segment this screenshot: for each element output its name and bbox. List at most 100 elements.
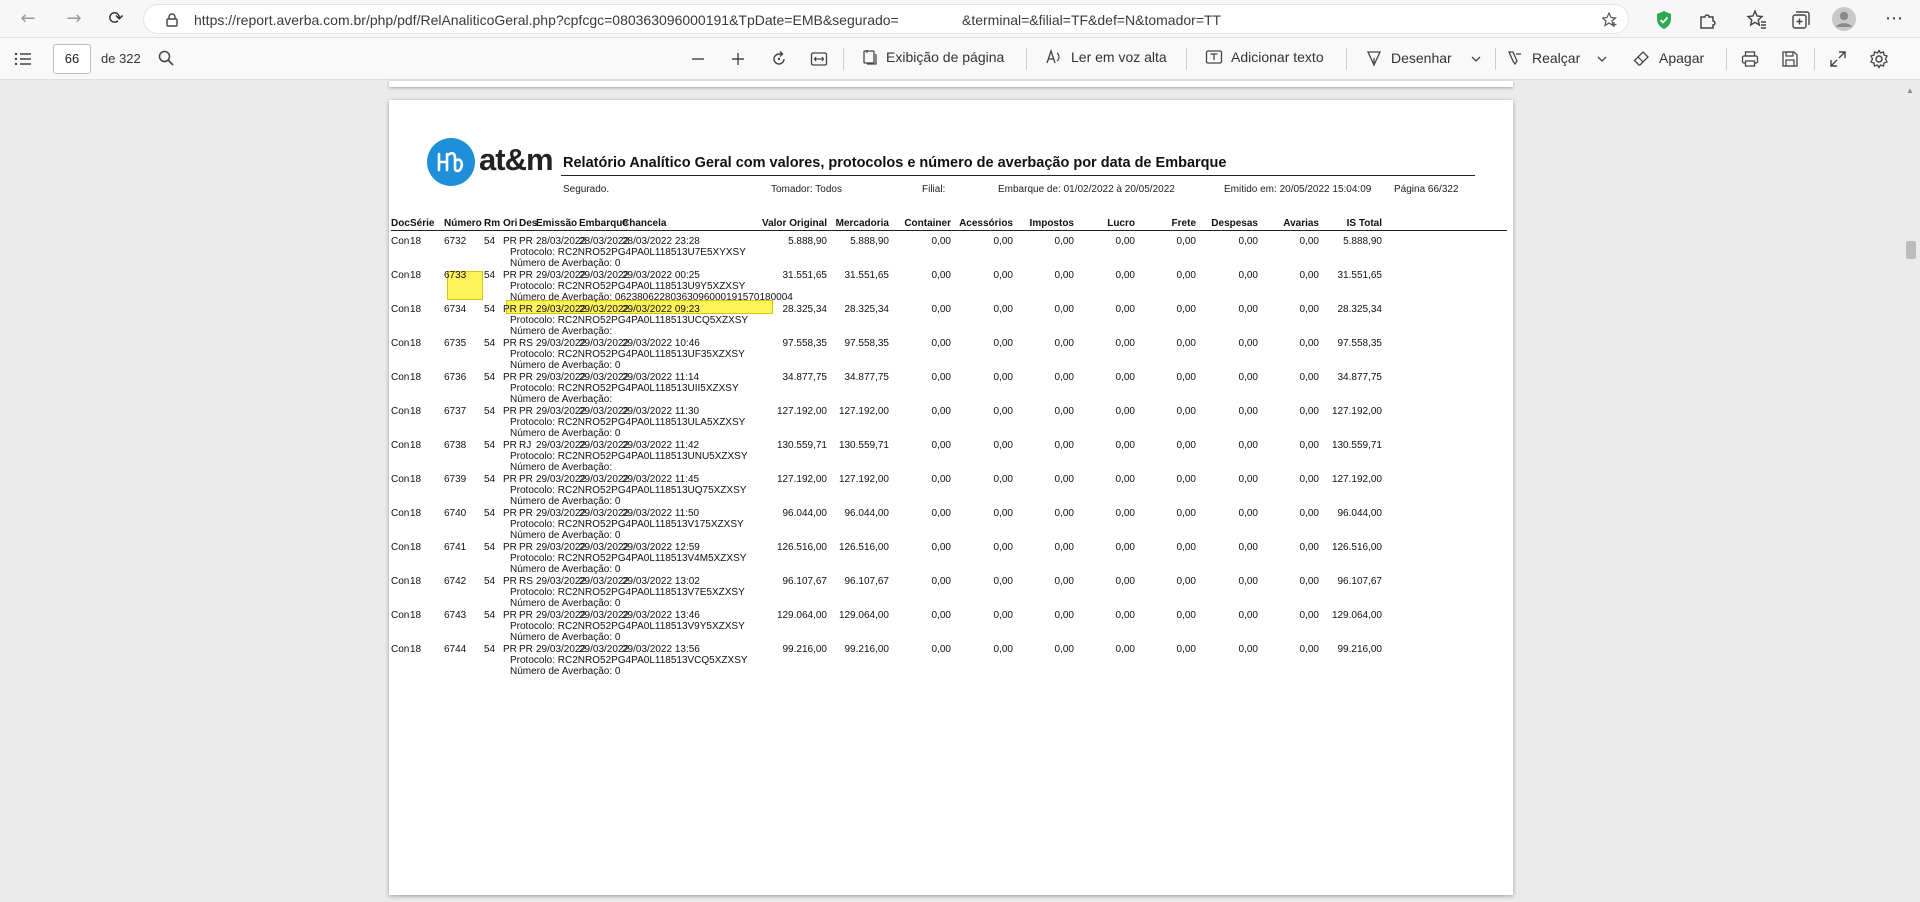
fullscreen-icon[interactable]: [1829, 50, 1847, 68]
page-view-label: Exibição de página: [886, 49, 1005, 65]
collections-icon[interactable]: [1790, 9, 1812, 31]
browser-toolbar: ← → ⟳ https://report.averba.com.br/php/p…: [0, 0, 1920, 38]
page-total-label: de 322: [101, 51, 141, 66]
profile-avatar-icon[interactable]: [1832, 7, 1856, 31]
cell-des: PR: [519, 474, 533, 485]
page-view-button[interactable]: Exibição de página: [862, 49, 1004, 65]
search-icon[interactable]: [158, 50, 174, 66]
cell-ori: PR: [503, 338, 517, 349]
lock-icon: [166, 13, 178, 27]
zoom-out-icon[interactable]: [690, 51, 706, 67]
cell-serie: 18: [410, 338, 422, 349]
cell-rm: 54: [484, 644, 496, 655]
segurado-label: Segurado.: [563, 184, 610, 195]
atm-logo-icon: [427, 138, 475, 186]
favorites-star-icon[interactable]: [1746, 9, 1768, 31]
cell-ori: PR: [503, 474, 517, 485]
averbacao-line: Número de Averbação:: [510, 462, 613, 473]
cell-chancela: 29/03/2022 11:14: [622, 372, 700, 383]
cell-ori: PR: [503, 610, 517, 621]
cell-doc: Con: [391, 372, 410, 383]
cell-rm: 54: [484, 372, 496, 383]
back-arrow-icon[interactable]: ←: [16, 7, 40, 31]
page-view-icon: [863, 50, 877, 65]
cell-serie: 18: [410, 236, 422, 247]
cell-chancela: 29/03/2022 13:02: [622, 576, 700, 587]
more-menu-icon[interactable]: ⋯: [1882, 7, 1906, 31]
table-of-contents-icon[interactable]: [14, 51, 32, 67]
fit-to-page-icon[interactable]: [810, 50, 828, 68]
column-header: Ori: [503, 218, 518, 229]
cell-des: PR: [519, 270, 533, 281]
chevron-down-icon[interactable]: [1471, 55, 1481, 63]
page-number-input[interactable]: 66: [53, 44, 91, 74]
pdf-page: at&m Relatório Analítico Geral com valor…: [389, 100, 1513, 895]
cell-rm: 54: [484, 508, 496, 519]
cell-is_total: 130.559,71: [1331, 440, 1382, 451]
erase-label: Apagar: [1659, 50, 1705, 66]
averbacao-line: Número de Averbação: 0: [510, 564, 621, 575]
cell-is_total: 129.064,00: [1331, 610, 1382, 621]
page-indicator-label: Página 66/322: [1394, 184, 1459, 195]
print-icon[interactable]: [1741, 50, 1759, 68]
cell-doc: Con: [391, 304, 410, 315]
cell-serie: 18: [410, 304, 422, 315]
protocol-line: Protocolo: RC2NRO52PG4PA0L118513V4M5XZXS…: [510, 553, 747, 564]
protocol-line: Protocolo: RC2NRO52PG4PA0L118513V9Y5XZXS…: [510, 621, 745, 632]
erase-button[interactable]: Apagar: [1633, 49, 1704, 67]
cell-serie: 18: [410, 644, 422, 655]
logo-text: at&m: [479, 142, 554, 177]
toolbar-divider: [1814, 48, 1815, 70]
add-text-button[interactable]: Adicionar texto: [1205, 49, 1324, 65]
tomador-label: Tomador: Todos: [771, 184, 842, 195]
draw-label: Desenhar: [1391, 50, 1452, 66]
shield-extension-icon[interactable]: [1653, 9, 1675, 31]
read-aloud-label: Ler em voz alta: [1071, 49, 1167, 65]
draw-button[interactable]: Desenhar: [1365, 49, 1452, 67]
highlight-button[interactable]: Realçar: [1506, 49, 1580, 67]
scroll-up-arrow-icon[interactable]: ▲: [1906, 86, 1916, 95]
protocol-line: Protocolo: RC2NRO52PG4PA0L118513V7E5XZXS…: [510, 587, 745, 598]
cell-doc: Con: [391, 508, 410, 519]
toolbar-divider: [1346, 48, 1347, 70]
column-header: Rm: [484, 218, 501, 229]
averbacao-line: Número de Averbação:: [510, 326, 613, 337]
averbacao-line: Número de Averbação: 0: [510, 496, 621, 507]
cell-is_total: 28.325,34: [1337, 304, 1383, 315]
chevron-down-icon[interactable]: [1597, 55, 1607, 63]
cell-doc: Con: [391, 474, 410, 485]
cell-chancela: 29/03/2022 11:45: [622, 474, 700, 485]
settings-gear-icon[interactable]: [1869, 49, 1889, 69]
vertical-scrollbar-thumb[interactable]: [1906, 241, 1916, 259]
cell-rm: 54: [484, 576, 496, 587]
protocol-line: Protocolo: RC2NRO52PG4PA0L118513ULA5XZXS…: [510, 417, 746, 428]
address-bar[interactable]: https://report.averba.com.br/php/pdf/Rel…: [143, 4, 1629, 34]
cell-numero: 6738: [444, 440, 467, 451]
favorite-add-icon[interactable]: [1602, 12, 1618, 28]
toolbar-divider: [1026, 48, 1027, 70]
averbacao-line: Número de Averbação: 0: [510, 598, 621, 609]
cell-serie: 18: [410, 610, 422, 621]
forward-arrow-icon[interactable]: →: [62, 7, 86, 31]
emitido-label: Emitido em: 20/05/2022 15:04:09: [1224, 184, 1372, 195]
read-aloud-button[interactable]: Ler em voz alta: [1045, 49, 1167, 65]
rotate-icon[interactable]: [770, 50, 788, 68]
cell-doc: Con: [391, 338, 410, 349]
cell-numero: 6734: [444, 304, 467, 315]
protocol-line: Protocolo: RC2NRO52PG4PA0L118513UQ75XZXS…: [510, 485, 747, 496]
averbacao-line: Número de Averbação: 0: [510, 666, 621, 677]
refresh-icon[interactable]: ⟳: [104, 7, 128, 31]
cell-ori: PR: [503, 406, 517, 417]
cell-numero: 6742: [444, 576, 467, 587]
column-header: Série: [410, 218, 435, 229]
cell-is_total: 97.558,35: [1337, 338, 1383, 349]
averbacao-line: Número de Averbação: 0: [510, 632, 621, 643]
cell-doc: Con: [391, 270, 410, 281]
zoom-in-icon[interactable]: [730, 51, 746, 67]
cell-chancela: 29/03/2022 11:42: [622, 440, 700, 451]
save-icon[interactable]: [1781, 50, 1799, 68]
column-header: Chancela: [622, 218, 667, 229]
cell-chancela: 29/03/2022 12:59: [622, 542, 700, 553]
column-header: Embarque: [579, 218, 628, 229]
extensions-puzzle-icon[interactable]: [1697, 9, 1719, 31]
